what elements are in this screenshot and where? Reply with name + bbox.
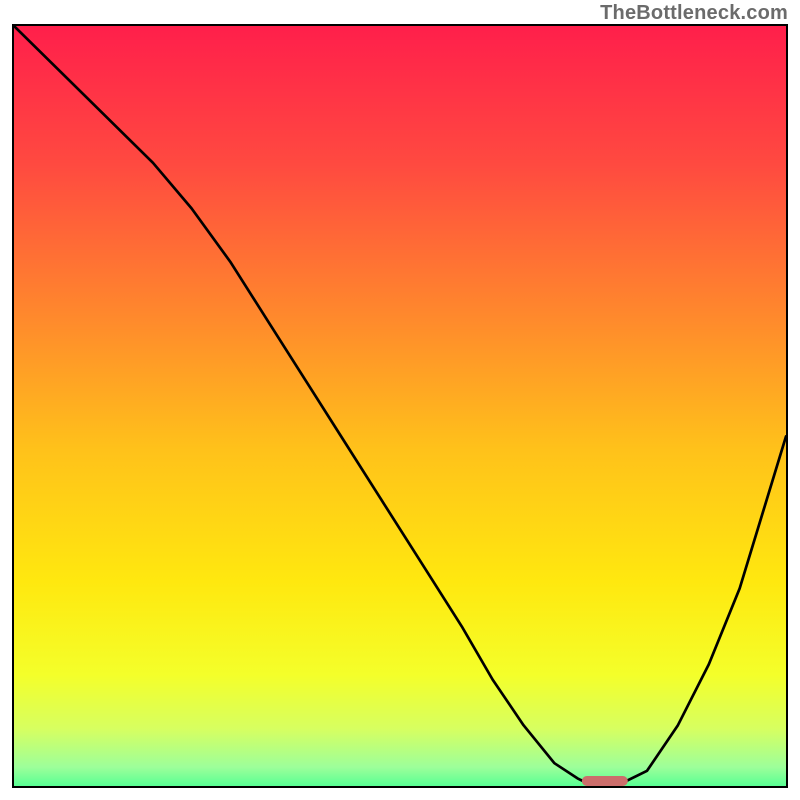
optimal-marker xyxy=(581,776,627,786)
plot-area xyxy=(12,24,788,788)
chart-container: TheBottleneck.com xyxy=(0,0,800,800)
bottleneck-curve xyxy=(14,26,786,786)
watermark-text: TheBottleneck.com xyxy=(600,2,788,25)
